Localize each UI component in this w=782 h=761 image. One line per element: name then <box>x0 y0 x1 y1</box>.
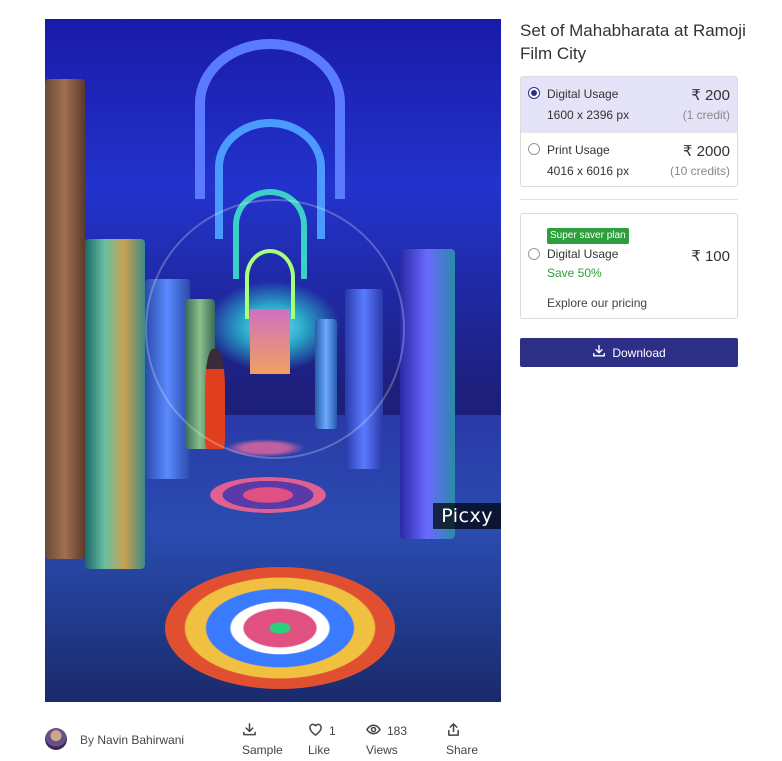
explore-pricing-link[interactable]: Explore our pricing <box>547 296 647 310</box>
photo-pillar <box>400 249 455 539</box>
product-photo[interactable]: Picxy <box>45 19 501 702</box>
radio-super-saver[interactable] <box>528 248 540 260</box>
radio-print[interactable] <box>528 143 540 155</box>
watermark-ring <box>145 199 405 459</box>
saver-price: ₹ 100 <box>691 248 730 265</box>
sample-label: Sample <box>242 743 283 757</box>
like-button[interactable]: 1 Like <box>308 723 336 757</box>
author-link[interactable]: Navin Bahirwani <box>97 733 184 747</box>
like-count: 1 <box>329 724 336 738</box>
photo-pillar <box>45 79 85 559</box>
license-option-digital[interactable]: Digital Usage 1600 x 2396 px ₹ 200 (1 cr… <box>521 77 737 132</box>
eye-icon <box>366 722 381 740</box>
license-options: Digital Usage 1600 x 2396 px ₹ 200 (1 cr… <box>520 76 738 187</box>
license-price: ₹ 200 <box>691 87 730 104</box>
author-byline: By Navin Bahirwani <box>80 733 184 747</box>
download-icon <box>242 722 257 740</box>
license-name: Print Usage <box>547 143 610 157</box>
share-button[interactable]: Share <box>446 723 478 757</box>
license-price: ₹ 2000 <box>682 143 730 160</box>
license-option-print[interactable]: Print Usage 4016 x 6016 px ₹ 2000 (10 cr… <box>521 132 737 186</box>
license-name: Digital Usage <box>547 87 619 101</box>
divider <box>520 199 738 200</box>
license-credits: (10 credits) <box>669 164 730 178</box>
sample-button[interactable]: Sample <box>242 723 283 757</box>
super-saver-badge: Super saver plan <box>547 228 629 244</box>
share-label: Share <box>446 743 479 757</box>
download-label: Download <box>612 345 666 360</box>
heart-icon <box>308 722 323 740</box>
views-stat: 183 Views <box>366 723 407 757</box>
download-button[interactable]: Download <box>520 338 738 367</box>
license-size: 1600 x 2396 px <box>547 108 630 122</box>
views-count: 183 <box>387 724 408 738</box>
saver-discount: Save 50% <box>547 266 602 280</box>
license-credits: (1 credit) <box>682 108 730 122</box>
saver-name: Digital Usage <box>547 247 619 261</box>
avatar[interactable] <box>45 728 67 750</box>
license-size: 4016 x 6016 px <box>547 164 630 178</box>
share-icon <box>446 722 461 740</box>
download-icon <box>592 344 606 361</box>
super-saver-option[interactable]: Super saver plan Digital Usage Save 50% … <box>520 213 738 319</box>
by-label: By <box>80 733 95 747</box>
like-label: Like <box>308 743 331 757</box>
watermark-label: Picxy <box>433 503 501 529</box>
photo-rangoli <box>165 567 395 689</box>
page-title: Set of Mahabharata at Ramoji Film City <box>520 21 746 63</box>
photo-rangoli <box>210 477 326 513</box>
views-label: Views <box>366 743 398 757</box>
radio-digital[interactable] <box>528 87 540 99</box>
photo-pillar <box>85 239 145 569</box>
